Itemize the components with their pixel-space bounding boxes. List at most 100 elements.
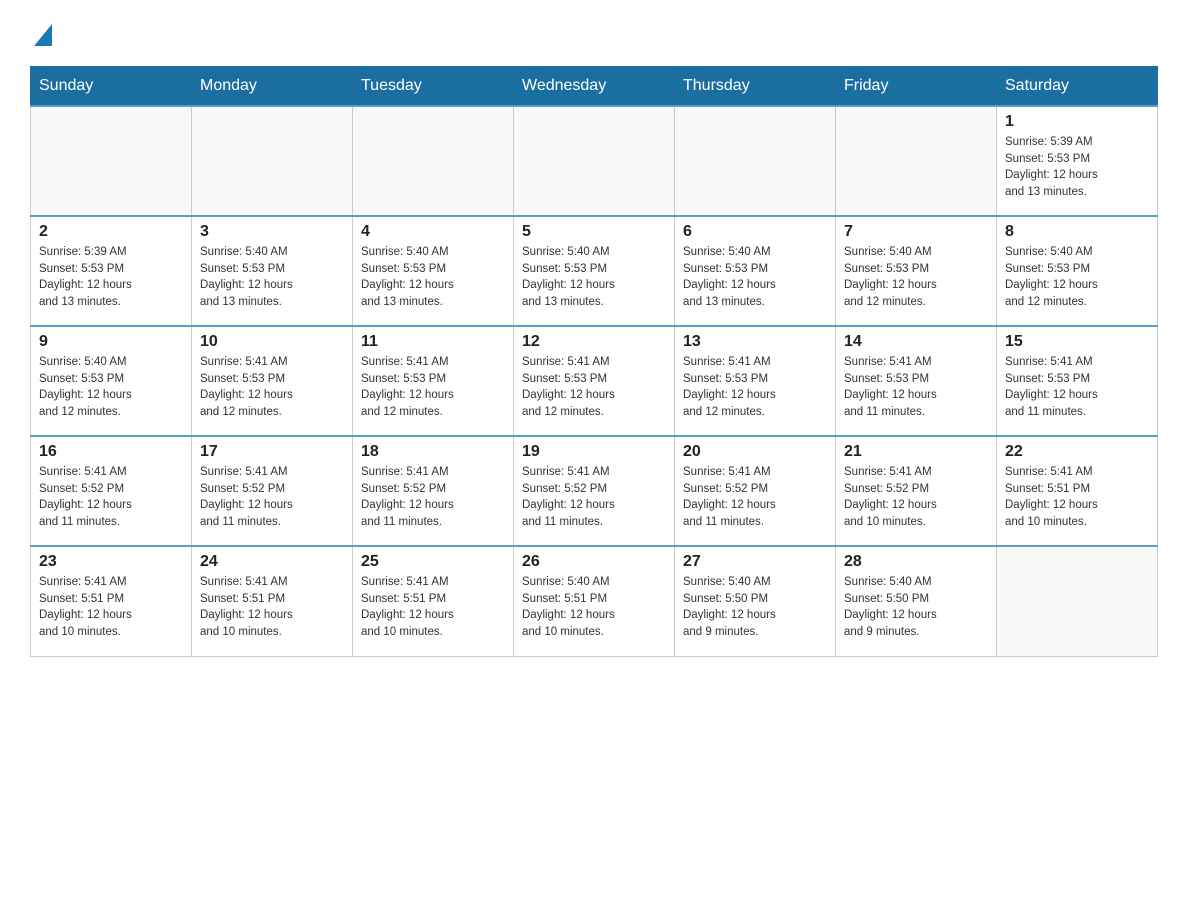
calendar-cell: 3 Sunrise: 5:40 AMSunset: 5:53 PMDaylight… bbox=[192, 216, 353, 326]
day-info: Sunrise: 5:41 AMSunset: 5:51 PMDaylight:… bbox=[1005, 464, 1149, 531]
calendar-cell: 24 Sunrise: 5:41 AMSunset: 5:51 PMDayligh… bbox=[192, 546, 353, 656]
day-info: Sunrise: 5:39 AMSunset: 5:53 PMDaylight:… bbox=[1005, 134, 1149, 201]
day-info: Sunrise: 5:41 AMSunset: 5:53 PMDaylight:… bbox=[200, 354, 344, 421]
day-info: Sunrise: 5:40 AMSunset: 5:53 PMDaylight:… bbox=[522, 244, 666, 311]
day-info: Sunrise: 5:41 AMSunset: 5:52 PMDaylight:… bbox=[844, 464, 988, 531]
calendar-cell: 6Sunrise: 5:40 AMSunset: 5:53 PMDaylight… bbox=[675, 216, 836, 326]
calendar-cell: 15 Sunrise: 5:41 AMSunset: 5:53 PMDayligh… bbox=[997, 326, 1158, 436]
calendar-cell: 25 Sunrise: 5:41 AMSunset: 5:51 PMDayligh… bbox=[353, 546, 514, 656]
calendar-cell: 14 Sunrise: 5:41 AMSunset: 5:53 PMDayligh… bbox=[836, 326, 997, 436]
day-info: Sunrise: 5:40 AMSunset: 5:50 PMDaylight:… bbox=[844, 574, 988, 641]
calendar-cell: 16 Sunrise: 5:41 AMSunset: 5:52 PMDayligh… bbox=[31, 436, 192, 546]
day-info: Sunrise: 5:40 AMSunset: 5:53 PMDaylight:… bbox=[1005, 244, 1149, 311]
day-number: 24 bbox=[200, 553, 344, 571]
day-info: Sunrise: 5:41 AMSunset: 5:52 PMDaylight:… bbox=[39, 464, 183, 531]
calendar-cell: 12Sunrise: 5:41 AMSunset: 5:53 PMDayligh… bbox=[514, 326, 675, 436]
day-number: 18 bbox=[361, 443, 505, 461]
day-number: 15 bbox=[1005, 333, 1149, 351]
day-info: Sunrise: 5:39 AMSunset: 5:53 PMDaylight:… bbox=[39, 244, 183, 311]
calendar-cell: 13 Sunrise: 5:41 AMSunset: 5:53 PMDayligh… bbox=[675, 326, 836, 436]
day-number: 27 bbox=[683, 553, 827, 571]
day-number: 3 bbox=[200, 223, 344, 241]
day-number: 23 bbox=[39, 553, 183, 571]
day-number: 8 bbox=[1005, 223, 1149, 241]
day-number: 19 bbox=[522, 443, 666, 461]
calendar-week-0: 1Sunrise: 5:39 AMSunset: 5:53 PMDaylight… bbox=[31, 106, 1158, 216]
day-number: 2 bbox=[39, 223, 183, 241]
calendar-cell: 19 Sunrise: 5:41 AMSunset: 5:52 PMDayligh… bbox=[514, 436, 675, 546]
day-info: Sunrise: 5:40 AMSunset: 5:53 PMDaylight:… bbox=[200, 244, 344, 311]
calendar-cell bbox=[514, 106, 675, 216]
calendar-cell: 20 Sunrise: 5:41 AMSunset: 5:52 PMDayligh… bbox=[675, 436, 836, 546]
calendar-week-3: 16 Sunrise: 5:41 AMSunset: 5:52 PMDayligh… bbox=[31, 436, 1158, 546]
calendar-cell bbox=[675, 106, 836, 216]
day-header-tuesday: Tuesday bbox=[353, 67, 514, 107]
day-info: Sunrise: 5:41 AMSunset: 5:52 PMDaylight:… bbox=[200, 464, 344, 531]
day-number: 17 bbox=[200, 443, 344, 461]
day-info: Sunrise: 5:41 AMSunset: 5:53 PMDaylight:… bbox=[361, 354, 505, 421]
day-number: 5 bbox=[522, 223, 666, 241]
day-info: Sunrise: 5:41 AMSunset: 5:53 PMDaylight:… bbox=[844, 354, 988, 421]
calendar-cell: 4 Sunrise: 5:40 AMSunset: 5:53 PMDaylight… bbox=[353, 216, 514, 326]
day-header-monday: Monday bbox=[192, 67, 353, 107]
day-info: Sunrise: 5:40 AMSunset: 5:53 PMDaylight:… bbox=[844, 244, 988, 311]
day-number: 26 bbox=[522, 553, 666, 571]
day-number: 28 bbox=[844, 553, 988, 571]
calendar-cell: 17 Sunrise: 5:41 AMSunset: 5:52 PMDayligh… bbox=[192, 436, 353, 546]
day-info: Sunrise: 5:40 AMSunset: 5:53 PMDaylight:… bbox=[683, 244, 827, 311]
day-info: Sunrise: 5:41 AMSunset: 5:52 PMDaylight:… bbox=[522, 464, 666, 531]
page-header bbox=[30, 20, 1158, 46]
day-number: 20 bbox=[683, 443, 827, 461]
calendar-cell: 9Sunrise: 5:40 AMSunset: 5:53 PMDaylight… bbox=[31, 326, 192, 436]
calendar-week-1: 2 Sunrise: 5:39 AMSunset: 5:53 PMDaylight… bbox=[31, 216, 1158, 326]
day-header-thursday: Thursday bbox=[675, 67, 836, 107]
day-number: 12 bbox=[522, 333, 666, 351]
day-info: Sunrise: 5:41 AMSunset: 5:51 PMDaylight:… bbox=[200, 574, 344, 641]
calendar-cell: 26 Sunrise: 5:40 AMSunset: 5:51 PMDayligh… bbox=[514, 546, 675, 656]
day-info: Sunrise: 5:41 AMSunset: 5:51 PMDaylight:… bbox=[361, 574, 505, 641]
day-number: 11 bbox=[361, 333, 505, 351]
day-info: Sunrise: 5:41 AMSunset: 5:52 PMDaylight:… bbox=[361, 464, 505, 531]
calendar-header-row: SundayMondayTuesdayWednesdayThursdayFrid… bbox=[31, 67, 1158, 107]
day-info: Sunrise: 5:41 AMSunset: 5:52 PMDaylight:… bbox=[683, 464, 827, 531]
day-number: 9 bbox=[39, 333, 183, 351]
calendar-cell: 8 Sunrise: 5:40 AMSunset: 5:53 PMDaylight… bbox=[997, 216, 1158, 326]
day-number: 4 bbox=[361, 223, 505, 241]
day-info: Sunrise: 5:40 AMSunset: 5:51 PMDaylight:… bbox=[522, 574, 666, 641]
day-header-friday: Friday bbox=[836, 67, 997, 107]
day-info: Sunrise: 5:41 AMSunset: 5:53 PMDaylight:… bbox=[683, 354, 827, 421]
day-number: 21 bbox=[844, 443, 988, 461]
day-number: 13 bbox=[683, 333, 827, 351]
calendar-cell: 11 Sunrise: 5:41 AMSunset: 5:53 PMDayligh… bbox=[353, 326, 514, 436]
day-info: Sunrise: 5:41 AMSunset: 5:53 PMDaylight:… bbox=[1005, 354, 1149, 421]
day-info: Sunrise: 5:41 AMSunset: 5:51 PMDaylight:… bbox=[39, 574, 183, 641]
calendar-cell: 18 Sunrise: 5:41 AMSunset: 5:52 PMDayligh… bbox=[353, 436, 514, 546]
day-info: Sunrise: 5:40 AMSunset: 5:50 PMDaylight:… bbox=[683, 574, 827, 641]
calendar-cell: 7 Sunrise: 5:40 AMSunset: 5:53 PMDaylight… bbox=[836, 216, 997, 326]
calendar-week-4: 23 Sunrise: 5:41 AMSunset: 5:51 PMDayligh… bbox=[31, 546, 1158, 656]
calendar-cell: 27 Sunrise: 5:40 AMSunset: 5:50 PMDayligh… bbox=[675, 546, 836, 656]
calendar-cell: 10 Sunrise: 5:41 AMSunset: 5:53 PMDayligh… bbox=[192, 326, 353, 436]
calendar-cell bbox=[997, 546, 1158, 656]
day-number: 14 bbox=[844, 333, 988, 351]
day-number: 7 bbox=[844, 223, 988, 241]
day-header-saturday: Saturday bbox=[997, 67, 1158, 107]
calendar-cell: 28 Sunrise: 5:40 AMSunset: 5:50 PMDayligh… bbox=[836, 546, 997, 656]
day-info: Sunrise: 5:40 AMSunset: 5:53 PMDaylight:… bbox=[361, 244, 505, 311]
calendar-cell: 2 Sunrise: 5:39 AMSunset: 5:53 PMDaylight… bbox=[31, 216, 192, 326]
calendar-table: SundayMondayTuesdayWednesdayThursdayFrid… bbox=[30, 66, 1158, 657]
day-number: 10 bbox=[200, 333, 344, 351]
day-number: 25 bbox=[361, 553, 505, 571]
calendar-cell: 21 Sunrise: 5:41 AMSunset: 5:52 PMDayligh… bbox=[836, 436, 997, 546]
calendar-week-2: 9Sunrise: 5:40 AMSunset: 5:53 PMDaylight… bbox=[31, 326, 1158, 436]
day-header-sunday: Sunday bbox=[31, 67, 192, 107]
calendar-cell: 1Sunrise: 5:39 AMSunset: 5:53 PMDaylight… bbox=[997, 106, 1158, 216]
calendar-cell: 22 Sunrise: 5:41 AMSunset: 5:51 PMDayligh… bbox=[997, 436, 1158, 546]
day-number: 22 bbox=[1005, 443, 1149, 461]
calendar-cell bbox=[31, 106, 192, 216]
calendar-cell bbox=[192, 106, 353, 216]
day-number: 16 bbox=[39, 443, 183, 461]
calendar-cell: 23 Sunrise: 5:41 AMSunset: 5:51 PMDayligh… bbox=[31, 546, 192, 656]
calendar-cell: 5 Sunrise: 5:40 AMSunset: 5:53 PMDaylight… bbox=[514, 216, 675, 326]
calendar-cell bbox=[836, 106, 997, 216]
